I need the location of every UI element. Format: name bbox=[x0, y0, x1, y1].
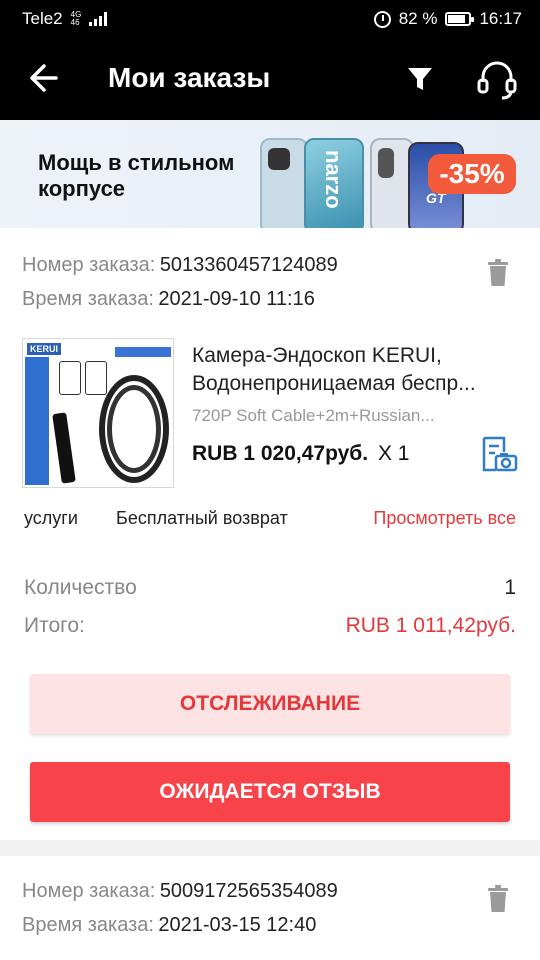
discount-badge: -35% bbox=[428, 154, 516, 194]
network-type: 4G 46 bbox=[70, 10, 82, 27]
product-quantity: X 1 bbox=[377, 442, 410, 465]
status-bar: Tele2 4G 46 82 % 16:17 bbox=[0, 0, 540, 36]
order-number-row: Номер заказа: 5013360457124089 bbox=[22, 254, 338, 276]
clock: 16:17 bbox=[479, 9, 522, 28]
battery-icon bbox=[445, 12, 475, 26]
total-row: Итого: RUB 1 011,42руб. bbox=[24, 614, 516, 637]
product-variant: 720P Soft Cable+2m+Russian... bbox=[192, 406, 435, 425]
tracking-button[interactable]: ОТСЛЕЖИВАНИЕ bbox=[30, 674, 510, 734]
order-time: 2021-03-15 12:40 bbox=[158, 914, 317, 936]
phone-image-1 bbox=[260, 138, 308, 228]
order-time-row: Время заказа: 2021-09-10 11:16 bbox=[22, 288, 315, 310]
app-bar: Мои заказы bbox=[0, 36, 540, 120]
total-value: RUB 1 011,42руб. bbox=[345, 614, 516, 637]
trash-icon[interactable] bbox=[486, 884, 510, 914]
page-title: Мои заказы bbox=[108, 62, 271, 93]
alarm-icon bbox=[373, 10, 391, 28]
product-price: RUB 1 020,47руб. X 1 bbox=[192, 442, 410, 465]
product-image[interactable]: KERUI bbox=[22, 338, 174, 488]
product-title[interactable]: Камера-Эндоскоп KERUI, Водонепроницаемая… bbox=[192, 342, 522, 398]
quantity-row: Количество 1 bbox=[24, 576, 516, 599]
order-time: 2021-09-10 11:16 bbox=[158, 288, 315, 310]
order-card: Номер заказа: 5013360457124089 Время зак… bbox=[0, 228, 540, 840]
review-button[interactable]: ОЖИДАЕТСЯ ОТЗЫВ bbox=[30, 762, 510, 822]
view-all-link[interactable]: Просмотреть все bbox=[373, 508, 516, 529]
free-return-label: Бесплатный возврат bbox=[116, 508, 288, 528]
promo-banner[interactable]: Мощь в стильном корпусе narzo GT -35% bbox=[0, 120, 540, 228]
banner-text: Мощь в стильном корпусе bbox=[38, 150, 235, 201]
order-number: 5013360457124089 bbox=[159, 254, 338, 276]
order-number-row: Номер заказа: 5009172565354089 bbox=[22, 880, 338, 902]
trash-icon[interactable] bbox=[486, 258, 510, 288]
order-number: 5009172565354089 bbox=[159, 880, 338, 902]
signal-icon bbox=[89, 12, 108, 26]
carrier-name: Tele2 bbox=[22, 9, 63, 28]
services-label: услуги bbox=[24, 508, 78, 528]
order-card: Номер заказа: 5009172565354089 Время зак… bbox=[0, 856, 540, 960]
phone-image-2: narzo bbox=[304, 138, 364, 228]
back-arrow-icon[interactable] bbox=[22, 60, 62, 96]
filter-icon[interactable] bbox=[404, 64, 436, 94]
headset-icon[interactable] bbox=[474, 58, 520, 102]
receipt-photo-icon[interactable] bbox=[478, 434, 518, 474]
quantity-value: 1 bbox=[504, 576, 516, 599]
battery-percent: 82 % bbox=[398, 9, 438, 28]
order-time-row: Время заказа: 2021-03-15 12:40 bbox=[22, 914, 317, 936]
